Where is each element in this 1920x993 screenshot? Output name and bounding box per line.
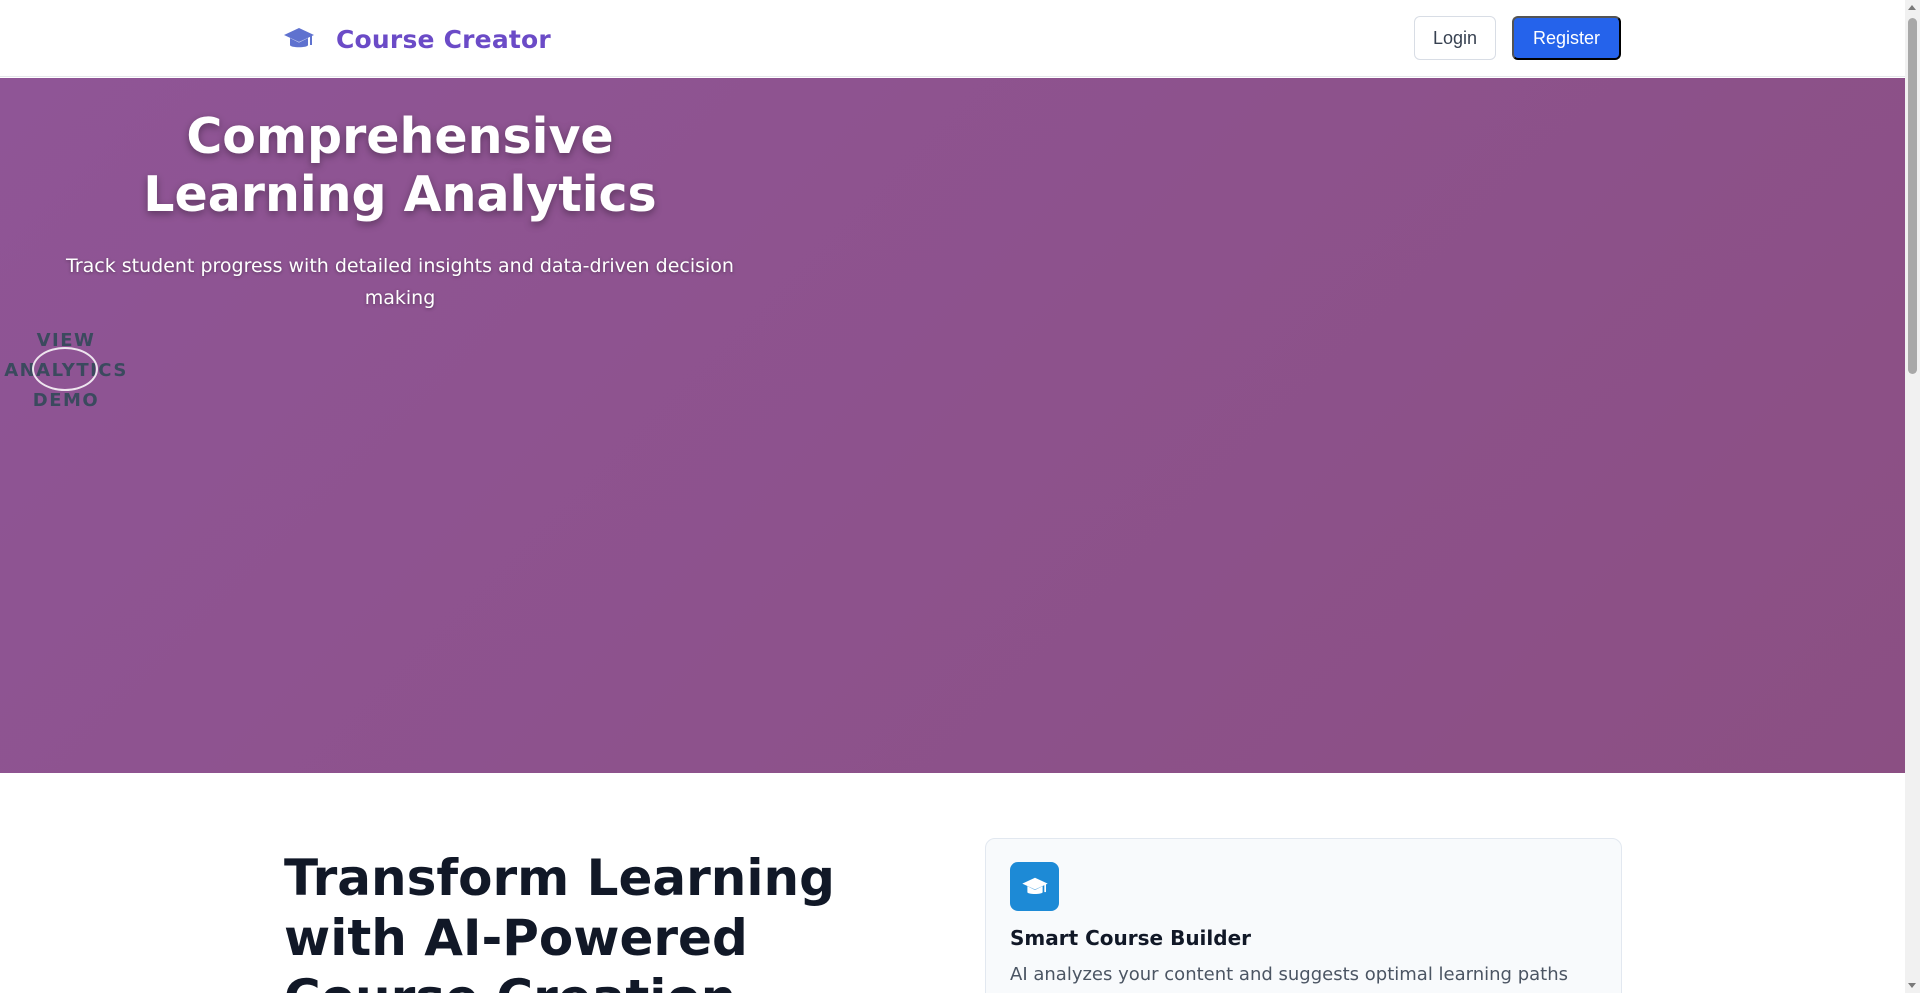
hero-title-line: Learning Analytics [143,166,657,223]
register-button[interactable]: Register [1512,16,1621,60]
hero-subtitle: Track student progress with detailed ins… [40,250,760,314]
feature-card-description: AI analyzes your content and suggests op… [1010,964,1568,985]
section-title-line: with AI-Powered [284,909,748,967]
hero-title: Comprehensive Learning Analytics [80,108,720,224]
scroll-down-arrow-icon[interactable] [1908,983,1916,988]
scrollbar-thumb[interactable] [1908,18,1917,374]
site-header: Course Creator Login Register [0,0,1905,77]
section-title-line: Transform Learning [284,849,835,907]
feature-card-title: Smart Course Builder [1010,926,1252,950]
feature-card-smart-course-builder: Smart Course Builder AI analyzes your co… [985,838,1622,993]
graduation-cap-icon [282,22,316,56]
view-analytics-demo-button[interactable]: VIEW ANALYTICS DEMO [0,326,132,416]
hero-subtitle-line: making [364,287,436,309]
page: Course Creator Login Register Comprehens… [0,0,1905,993]
cta-label-line: DEMO [32,390,100,411]
hero-banner: Comprehensive Learning Analytics Track s… [0,78,1905,773]
page-scrollbar[interactable] [1905,0,1920,993]
scroll-up-arrow-icon[interactable] [1908,5,1916,10]
graduation-cap-icon [1010,862,1059,911]
features-section-title: Transform Learning with AI-Powered Cours… [284,848,884,993]
cta-label-line: ANALYTICS [4,360,128,381]
login-button[interactable]: Login [1414,16,1496,60]
hero-subtitle-line: Track student progress with detailed ins… [66,255,734,277]
section-title-line: Course Creation [284,969,736,993]
cta-label-line: VIEW [36,330,96,351]
brand-logo-link[interactable]: Course Creator [282,20,551,58]
hero-title-line: Comprehensive [186,108,614,165]
brand-name: Course Creator [336,24,551,54]
